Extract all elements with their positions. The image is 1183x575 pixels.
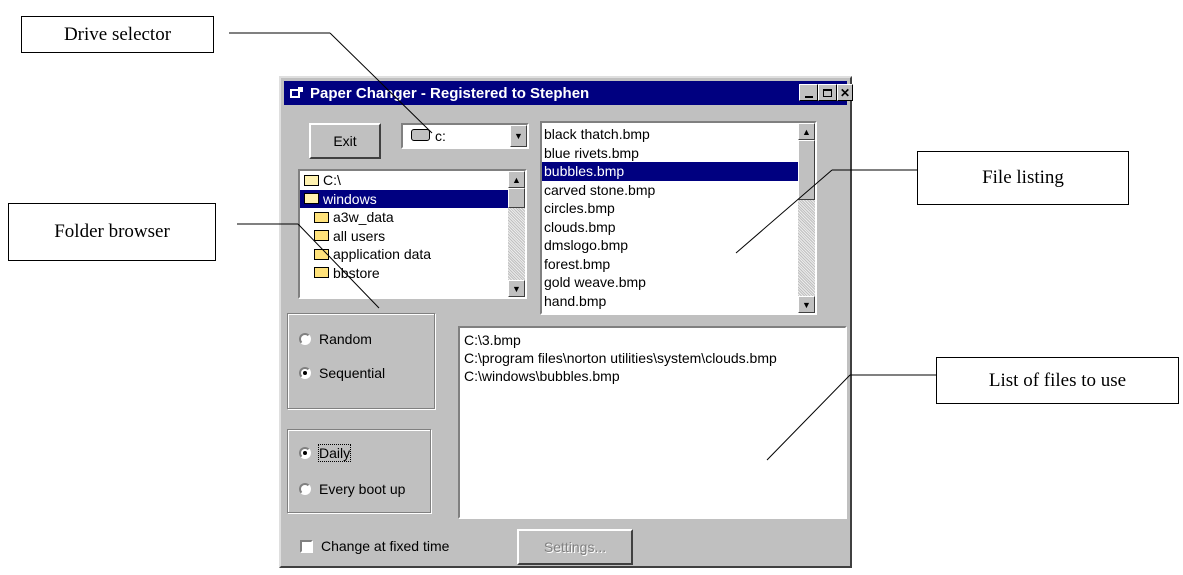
folder-icon: [314, 248, 329, 260]
sequential-radio[interactable]: Sequential: [299, 365, 385, 381]
order-group: [287, 313, 435, 409]
frequency-group: [287, 429, 431, 513]
daily-radio-dot: [299, 447, 311, 459]
arrow-up-icon: ▲: [512, 174, 521, 185]
file-listing[interactable]: black thatch.bmp blue rivets.bmp bubbles.b…: [540, 121, 817, 315]
file-item[interactable]: blue rivets.bmp: [542, 144, 798, 163]
maximize-button[interactable]: [818, 84, 837, 101]
folder-item[interactable]: C:\: [300, 171, 508, 190]
sequential-radio-dot: [299, 367, 311, 379]
open-folder-icon: [304, 193, 319, 205]
folder-icon: [314, 211, 329, 223]
file-item[interactable]: gold weave.bmp: [542, 273, 798, 292]
sequential-label: Sequential: [319, 365, 386, 381]
random-radio-dot: [299, 333, 311, 345]
fixed-time-check: [300, 539, 313, 553]
file-item[interactable]: circles.bmp: [542, 199, 798, 218]
minimize-icon: [804, 95, 813, 98]
random-label: Random: [319, 331, 372, 347]
arrow-up-icon: ▲: [802, 126, 811, 137]
daily-label: Daily: [317, 444, 352, 462]
folder-label: all users: [333, 227, 386, 244]
folder-browser[interactable]: C:\ windows a3w_dataall users application d…: [298, 169, 527, 299]
folder-item[interactable]: a3w_data: [300, 208, 508, 227]
scroll-down-button[interactable]: ▼: [508, 280, 525, 297]
close-button[interactable]: ✕: [837, 84, 853, 101]
folder-scrollbar[interactable]: ▲ ▼: [508, 171, 525, 297]
drive-dropdown-arrow[interactable]: ▼: [510, 125, 527, 147]
drive-icon: [411, 129, 430, 141]
use-list-item[interactable]: C:\3.bmp: [462, 331, 845, 349]
daily-radio[interactable]: Daily: [299, 444, 352, 462]
every-boot-radio-dot: [299, 483, 311, 495]
folder-item[interactable]: bbstore: [300, 264, 508, 283]
exit-button[interactable]: Exit: [309, 123, 381, 159]
arrow-down-icon: ▼: [802, 299, 811, 310]
scroll-up-button[interactable]: ▲: [508, 171, 525, 188]
folder-label: windows: [323, 190, 377, 207]
file-scrollbar[interactable]: ▲ ▼: [798, 123, 815, 313]
file-item[interactable]: hand.bmp: [542, 292, 798, 311]
open-folder-icon: [304, 174, 319, 186]
chevron-down-icon: ▼: [514, 131, 523, 141]
callout-drive-selector: Drive selector: [21, 16, 214, 53]
use-list-item[interactable]: C:\windows\bubbles.bmp: [462, 367, 845, 385]
arrow-down-icon: ▼: [512, 283, 521, 294]
maximize-icon: [823, 88, 832, 97]
files-to-use-list[interactable]: C:\3.bmp C:\program files\norton utilitie…: [458, 326, 847, 519]
drive-value: c:: [435, 128, 446, 144]
file-item[interactable]: carved stone.bmp: [542, 181, 798, 200]
callout-file-listing: File listing: [917, 151, 1129, 205]
fixed-time-checkbox[interactable]: Change at fixed time: [300, 538, 449, 554]
scroll-down-button[interactable]: ▼: [798, 296, 815, 313]
file-item[interactable]: forest.bmp: [542, 255, 798, 274]
folder-item[interactable]: all users: [300, 227, 508, 246]
folder-item[interactable]: application data: [300, 245, 508, 264]
settings-button[interactable]: Settings...: [517, 529, 633, 565]
file-item[interactable]: bubbles.bmp: [542, 162, 798, 181]
folder-label: a3w_data: [333, 209, 394, 225]
use-list-item[interactable]: C:\program files\norton utilities\system…: [462, 349, 845, 367]
callout-folder-browser: Folder browser: [8, 203, 216, 261]
scroll-thumb[interactable]: [508, 188, 525, 208]
app-icon: [289, 86, 305, 100]
folder-icon: [314, 267, 329, 279]
file-item[interactable]: clouds.bmp: [542, 218, 798, 237]
scroll-thumb[interactable]: [798, 140, 815, 200]
folder-label: application data: [333, 246, 432, 262]
file-item[interactable]: dmslogo.bmp: [542, 236, 798, 255]
callout-list-of-files: List of files to use: [936, 357, 1179, 404]
folder-label: bbstore: [333, 264, 380, 281]
random-radio[interactable]: Random: [299, 331, 372, 347]
fixed-time-label: Change at fixed time: [321, 538, 450, 554]
folder-item[interactable]: windows: [300, 189, 508, 208]
minimize-button[interactable]: [799, 84, 818, 101]
drive-selector[interactable]: c: ▼: [401, 123, 529, 149]
every-boot-radio[interactable]: Every boot up: [299, 481, 405, 497]
title-bar[interactable]: Paper Changer - Registered to Stephen ✕: [284, 81, 853, 105]
window-title: Paper Changer - Registered to Stephen: [310, 84, 590, 102]
file-item[interactable]: black thatch.bmp: [542, 125, 798, 144]
close-icon: ✕: [839, 85, 851, 100]
every-boot-label: Every boot up: [319, 481, 406, 497]
paper-changer-window: Paper Changer - Registered to Stephen ✕ …: [279, 76, 853, 568]
folder-icon: [314, 230, 329, 242]
folder-label: C:\: [323, 172, 341, 188]
scroll-up-button[interactable]: ▲: [798, 123, 815, 140]
